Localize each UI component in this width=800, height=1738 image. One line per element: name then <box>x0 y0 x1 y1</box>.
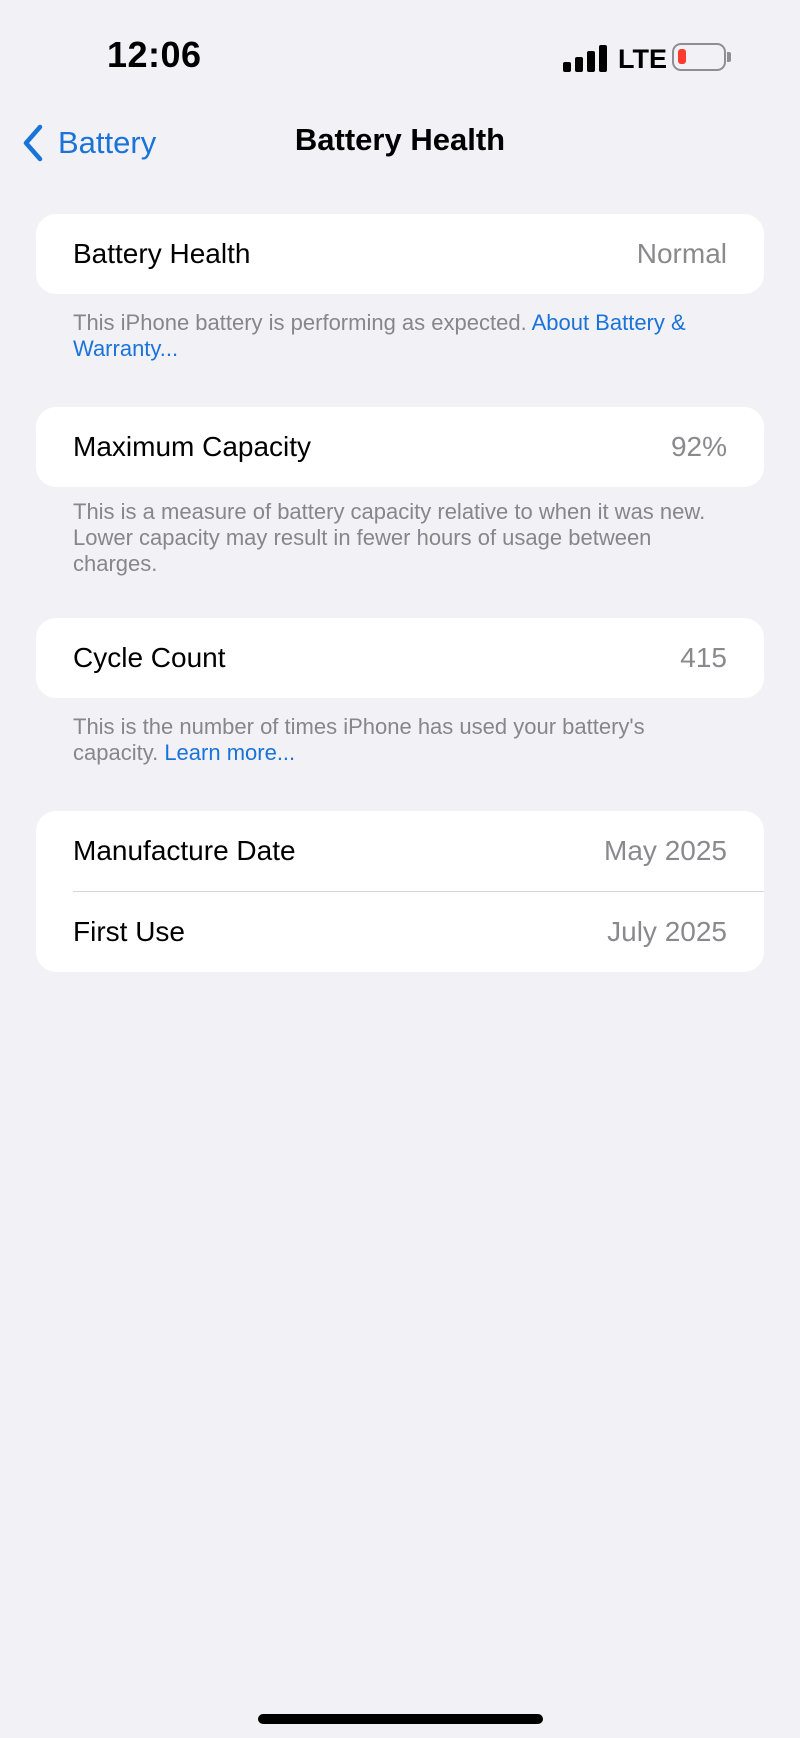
network-type-label: LTE <box>618 44 667 74</box>
status-time: 12:06 <box>107 34 202 75</box>
battery-health-footnote: This iPhone battery is performing as exp… <box>73 310 733 362</box>
battery-health-value: Normal <box>636 238 727 269</box>
maximum-capacity-footnote: This is a measure of battery capacity re… <box>73 499 706 576</box>
battery-health-label: Battery Health <box>73 238 251 269</box>
learn-more-link[interactable]: Learn more... <box>164 740 295 765</box>
manufacture-date-label: Manufacture Date <box>73 835 296 866</box>
maximum-capacity-card: Maximum Capacity 92% <box>36 407 764 487</box>
battery-tip <box>727 52 731 62</box>
battery-dates-card: Manufacture Date May 2025 First Use July… <box>36 811 764 972</box>
maximum-capacity-value: 92% <box>670 431 727 462</box>
cycle-count-value: 415 <box>680 642 727 673</box>
manufacture-date-value: May 2025 <box>604 835 727 866</box>
page-title: Battery Health <box>294 122 506 157</box>
cellular-signal-icon <box>563 44 607 72</box>
battery-health-row: Battery Health Normal <box>36 214 764 294</box>
battery-icon <box>672 43 726 71</box>
maximum-capacity-label: Maximum Capacity <box>73 431 312 462</box>
maximum-capacity-row: Maximum Capacity 92% <box>36 407 764 487</box>
manufacture-date-row: Manufacture Date May 2025 <box>36 811 764 891</box>
cycle-count-label: Cycle Count <box>73 642 226 673</box>
home-indicator[interactable] <box>258 1714 543 1724</box>
cycle-count-row: Cycle Count 415 <box>36 618 764 698</box>
battery-health-footnote-text: This iPhone battery is performing as exp… <box>73 310 532 335</box>
first-use-value: July 2025 <box>607 916 727 947</box>
first-use-label: First Use <box>73 916 185 947</box>
cycle-count-footnote: This is the number of times iPhone has u… <box>73 714 733 766</box>
cycle-count-footnote-text: This is the number of times iPhone has u… <box>73 714 645 765</box>
battery-health-card: Battery Health Normal <box>36 214 764 294</box>
battery-level-fill <box>678 49 686 64</box>
cycle-count-card: Cycle Count 415 <box>36 618 764 698</box>
first-use-row: First Use July 2025 <box>36 892 764 972</box>
status-bar: 12:06 LTE <box>0 0 800 110</box>
